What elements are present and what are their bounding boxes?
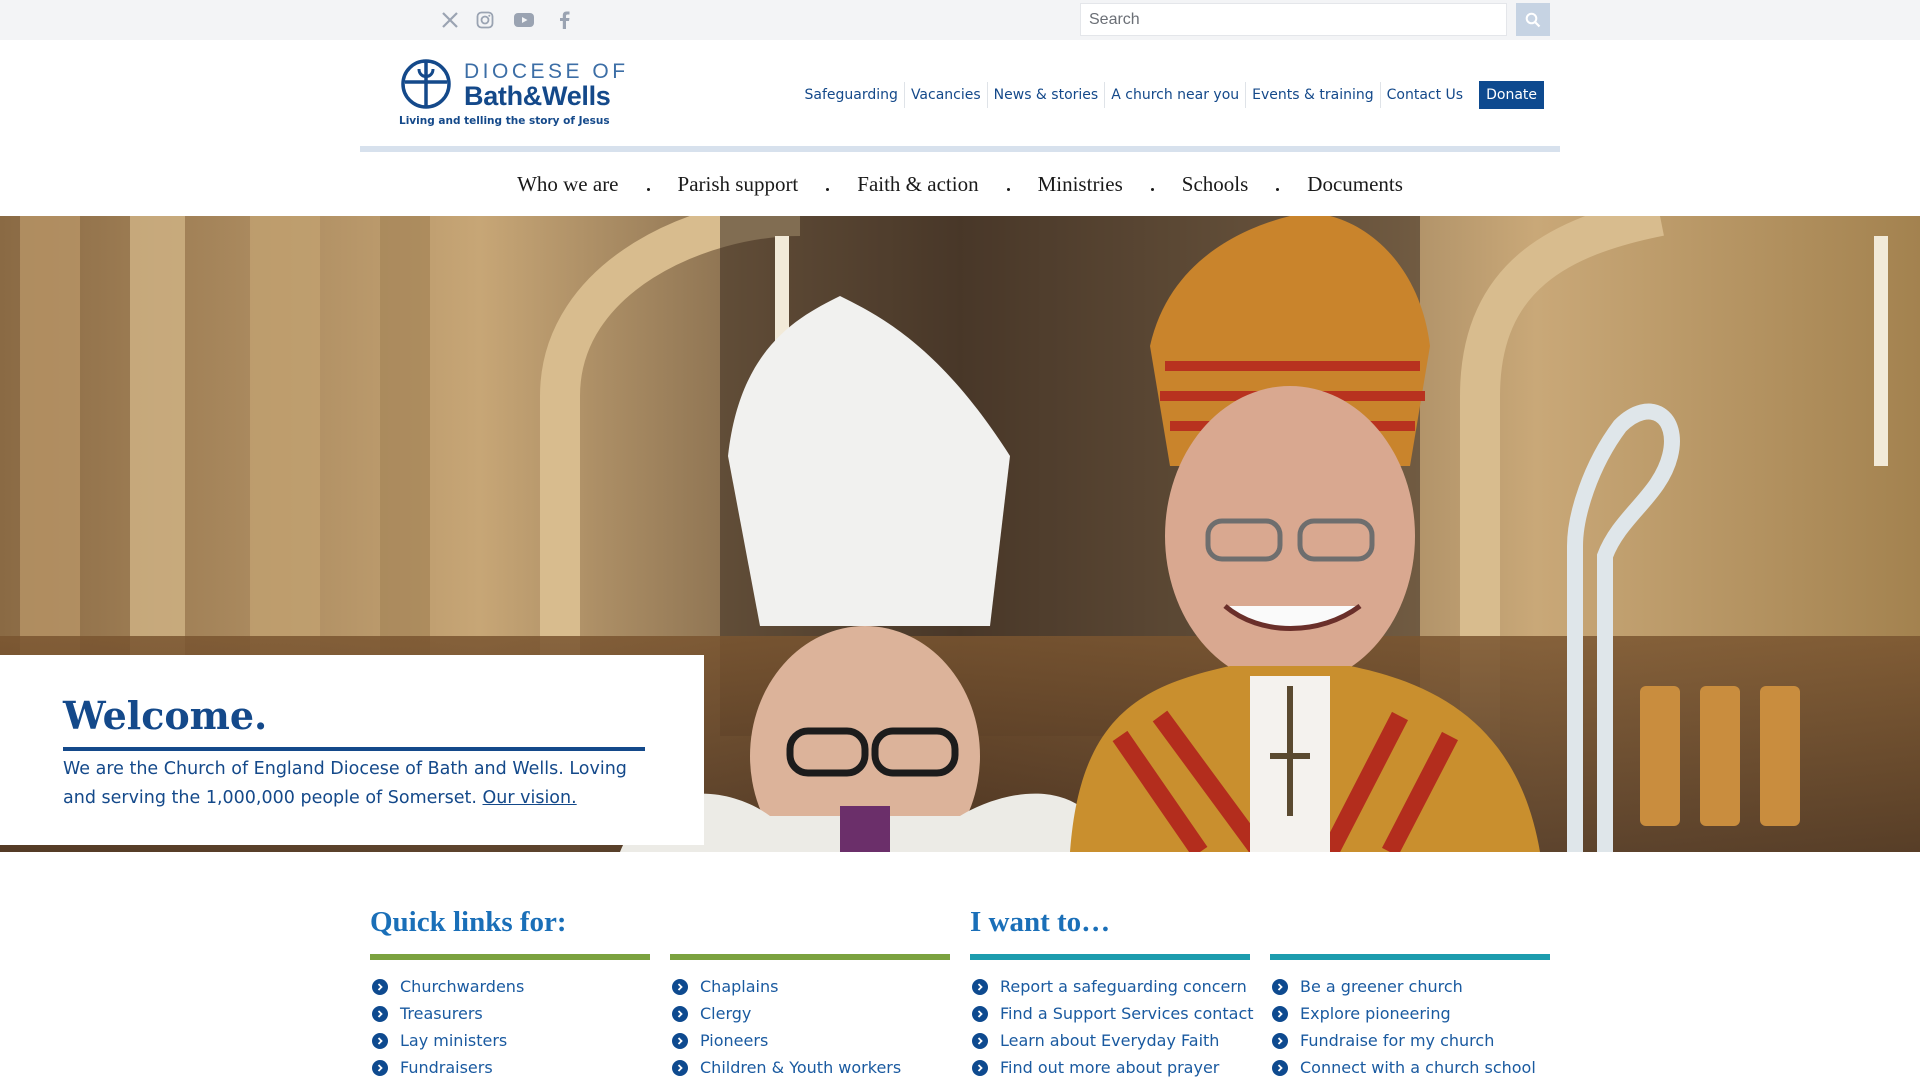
quick-links-column-2: Chaplains Clergy Pioneers Children & You…: [670, 954, 950, 1081]
chevron-right-icon: [972, 1059, 988, 1076]
nav-separator: [1150, 187, 1154, 191]
list-item[interactable]: Chaplains: [670, 973, 950, 1000]
i-want-to-fundraise[interactable]: Fundraise for my church: [1300, 1031, 1494, 1050]
list-item[interactable]: Pioneers: [670, 1027, 950, 1054]
chevron-right-icon: [672, 978, 688, 995]
welcome-divider: [63, 747, 645, 751]
chevron-right-icon: [972, 1005, 988, 1022]
nav-separator: [646, 187, 650, 191]
main-nav-schools[interactable]: Schools: [1182, 172, 1249, 197]
utility-nav-vacancies[interactable]: Vacancies: [903, 82, 987, 108]
chevron-right-icon: [672, 1059, 688, 1076]
chevron-right-icon: [1272, 1032, 1288, 1049]
list-item[interactable]: Connect with a church school: [1270, 1054, 1550, 1081]
list-item[interactable]: Children & Youth workers: [670, 1054, 950, 1081]
quick-link-churchwardens[interactable]: Churchwardens: [400, 977, 524, 996]
quick-links-divider: [370, 954, 650, 960]
quick-links-column-1: Churchwardens Treasurers Lay ministers F…: [370, 954, 650, 1081]
chevron-right-icon: [1272, 978, 1288, 995]
search-icon: [1525, 12, 1541, 27]
quick-link-clergy[interactable]: Clergy: [700, 1004, 751, 1023]
instagram-icon[interactable]: [474, 9, 496, 31]
list-item[interactable]: Report a safeguarding concern: [970, 973, 1250, 1000]
youtube-icon[interactable]: [513, 9, 535, 31]
quick-links-divider: [670, 954, 950, 960]
top-utility-bar: [0, 0, 1920, 40]
main-nav-parish-support[interactable]: Parish support: [678, 172, 799, 197]
list-item[interactable]: Lay ministers: [370, 1027, 650, 1054]
i-want-to-divider: [970, 954, 1250, 960]
quick-link-fundraisers[interactable]: Fundraisers: [400, 1058, 493, 1077]
nav-separator: [826, 187, 830, 191]
i-want-to-explore-pioneering[interactable]: Explore pioneering: [1300, 1004, 1451, 1023]
main-nav: Who we are Parish support Faith & action…: [0, 166, 1920, 202]
x-icon[interactable]: [439, 9, 461, 31]
list-item[interactable]: Fundraise for my church: [1270, 1027, 1550, 1054]
utility-nav-safeguarding[interactable]: Safeguarding: [799, 82, 904, 108]
i-want-to-greener-church[interactable]: Be a greener church: [1300, 977, 1463, 996]
quick-link-chaplains[interactable]: Chaplains: [700, 977, 778, 996]
welcome-panel: Welcome. We are the Church of England Di…: [0, 655, 704, 845]
list-item[interactable]: Treasurers: [370, 1000, 650, 1027]
main-nav-who-we-are[interactable]: Who we are: [517, 172, 618, 197]
header-divider: [360, 146, 1560, 152]
main-nav-documents[interactable]: Documents: [1307, 172, 1403, 197]
list-item[interactable]: Explore pioneering: [1270, 1000, 1550, 1027]
diocese-cross-logo-icon: [401, 59, 451, 109]
chevron-right-icon: [1272, 1005, 1288, 1022]
list-item[interactable]: Churchwardens: [370, 973, 650, 1000]
nav-separator: [1006, 187, 1010, 191]
i-want-to-find-out-prayer[interactable]: Find out more about prayer: [1000, 1058, 1219, 1077]
chevron-right-icon: [372, 1059, 388, 1076]
list-item[interactable]: Find a Support Services contact: [970, 1000, 1254, 1027]
site-logo[interactable]: DIOCESE OF Bath&Wells Living and telling…: [399, 57, 625, 129]
quick-link-treasurers[interactable]: Treasurers: [400, 1004, 483, 1023]
i-want-to-divider: [1270, 954, 1550, 960]
i-want-to-connect-church-school[interactable]: Connect with a church school: [1300, 1058, 1536, 1077]
welcome-text: We are the Church of England Diocese of …: [63, 755, 653, 813]
chevron-right-icon: [672, 1005, 688, 1022]
search-button[interactable]: [1516, 3, 1550, 36]
welcome-title: Welcome.: [63, 693, 268, 738]
list-item[interactable]: Fundraisers: [370, 1054, 650, 1081]
i-want-to-report-safeguarding[interactable]: Report a safeguarding concern: [1000, 977, 1247, 996]
chevron-right-icon: [372, 1005, 388, 1022]
utility-nav: Safeguarding Vacancies News & stories A …: [799, 80, 1544, 110]
i-want-to-title: I want to…: [970, 906, 1111, 938]
list-item[interactable]: Learn about Everyday Faith: [970, 1027, 1250, 1054]
utility-nav-contact-us[interactable]: Contact Us: [1379, 82, 1469, 108]
quick-link-pioneers[interactable]: Pioneers: [700, 1031, 768, 1050]
list-item[interactable]: Be a greener church: [1270, 973, 1550, 1000]
chevron-right-icon: [1272, 1059, 1288, 1076]
nav-separator: [1276, 187, 1280, 191]
our-vision-link[interactable]: Our vision.: [482, 788, 576, 808]
logo-name-text: Bath&Wells: [464, 81, 611, 111]
facebook-icon[interactable]: [553, 9, 575, 31]
i-want-to-column-1: Report a safeguarding concern Find a Sup…: [970, 954, 1254, 1081]
quick-links-title: Quick links for:: [370, 906, 567, 938]
i-want-to-learn-everyday-faith[interactable]: Learn about Everyday Faith: [1000, 1031, 1219, 1050]
i-want-to-find-support-contact[interactable]: Find a Support Services contact: [1000, 1004, 1254, 1023]
main-nav-ministries[interactable]: Ministries: [1038, 172, 1123, 197]
i-want-to-column-2: Be a greener church Explore pioneering F…: [1270, 954, 1550, 1081]
chevron-right-icon: [972, 1032, 988, 1049]
utility-nav-news-stories[interactable]: News & stories: [986, 82, 1105, 108]
quick-link-lay-ministers[interactable]: Lay ministers: [400, 1031, 507, 1050]
list-item[interactable]: Clergy: [670, 1000, 950, 1027]
utility-nav-events-training[interactable]: Events & training: [1245, 82, 1379, 108]
donate-button[interactable]: Donate: [1479, 81, 1544, 109]
chevron-right-icon: [372, 978, 388, 995]
main-nav-faith-action[interactable]: Faith & action: [857, 172, 978, 197]
search-input[interactable]: [1080, 3, 1507, 36]
utility-nav-church-near-you[interactable]: A church near you: [1104, 82, 1245, 108]
chevron-right-icon: [372, 1032, 388, 1049]
quick-link-children-youth-workers[interactable]: Children & Youth workers: [700, 1058, 901, 1077]
logo-tagline: Living and telling the story of Jesus: [399, 115, 610, 127]
hero-banner: Welcome. We are the Church of England Di…: [0, 216, 1920, 852]
chevron-right-icon: [972, 978, 988, 995]
list-item[interactable]: Find out more about prayer: [970, 1054, 1250, 1081]
chevron-right-icon: [672, 1032, 688, 1049]
